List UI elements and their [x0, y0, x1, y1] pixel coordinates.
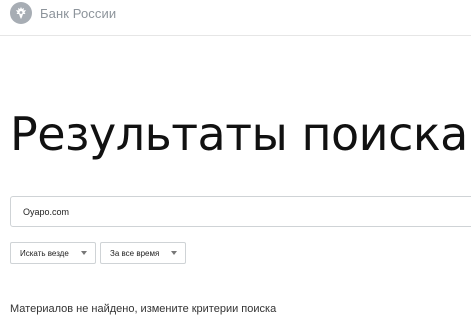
eagle-emblem-icon: [10, 2, 32, 24]
search-scope-label: Искать везде: [20, 248, 69, 258]
chevron-down-icon: [171, 251, 177, 255]
time-range-dropdown[interactable]: За все время: [100, 242, 186, 264]
chevron-down-icon: [81, 251, 87, 255]
page-title: Результаты поиска: [10, 107, 468, 161]
search-input[interactable]: [10, 196, 471, 227]
search-scope-dropdown[interactable]: Искать везде: [10, 242, 96, 264]
time-range-label: За все время: [110, 248, 160, 258]
bank-logo-link[interactable]: Банк России: [10, 2, 116, 24]
no-results-message: Материалов не найдено, измените критерии…: [10, 303, 277, 315]
site-header: Банк России: [0, 0, 471, 36]
bank-name-label: Банк России: [40, 5, 117, 21]
